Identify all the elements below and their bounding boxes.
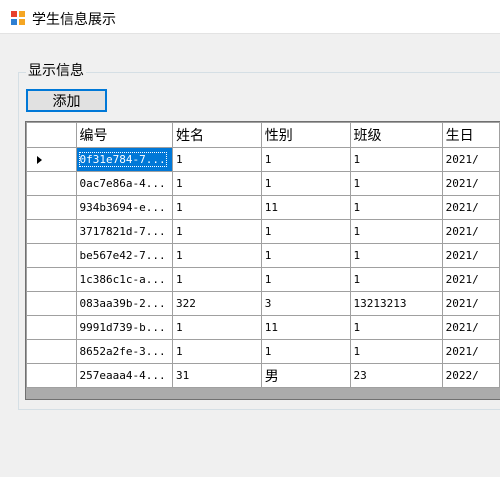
cell-name[interactable]: 1 (172, 267, 262, 292)
cell-class[interactable]: 1 (349, 195, 443, 220)
row-header[interactable] (26, 195, 77, 220)
cell-id[interactable]: 934b3694-e... (75, 195, 174, 220)
cell-gender[interactable]: 男 (260, 363, 351, 388)
cell-birthday[interactable]: 2021/ (441, 267, 500, 292)
current-row-arrow-icon (37, 156, 42, 164)
cell-id[interactable]: 9991d739-b... (75, 315, 174, 340)
groupbox-label: 显示信息 (26, 62, 86, 80)
table-row[interactable]: 8652a2fe-3... 1 1 1 2021/ (26, 339, 500, 364)
cell-gender[interactable]: 11 (260, 195, 351, 220)
selected-cell-text: 0f31e784-7... (78, 152, 167, 167)
cell-birthday[interactable]: 2022/ (441, 363, 500, 388)
cell-gender[interactable]: 3 (260, 291, 351, 316)
cell-id[interactable]: 0f31e784-7... (75, 147, 174, 172)
cell-id[interactable]: 0ac7e86a-4... (75, 171, 174, 196)
table-row[interactable]: 083aa39b-2... 322 3 13213213 2021/ (26, 291, 500, 316)
window-bottom-border (0, 477, 500, 484)
row-header[interactable] (26, 147, 77, 172)
cell-class[interactable]: 23 (349, 363, 443, 388)
cell-name[interactable]: 1 (172, 315, 262, 340)
grid-body: 0f31e784-7... 1 1 1 2021/0ac7e86a-4... 1 1 1 202… (26, 147, 500, 388)
column-header-class[interactable]: 班级 (349, 122, 443, 148)
cell-gender[interactable]: 1 (260, 243, 351, 268)
table-row[interactable]: 0ac7e86a-4... 1 1 1 2021/ (26, 171, 500, 196)
row-header[interactable] (26, 315, 77, 340)
cell-gender[interactable]: 1 (260, 171, 351, 196)
cell-name[interactable]: 31 (172, 363, 262, 388)
title-bar[interactable]: 学生信息展示 (0, 0, 500, 33)
cell-class[interactable]: 13213213 (349, 291, 443, 316)
column-header-id[interactable]: 编号 (75, 122, 174, 148)
grid-corner-header[interactable] (26, 122, 77, 148)
row-header[interactable] (26, 219, 77, 244)
student-data-grid[interactable]: 编号 姓名 性别 班级 生日 0f31e784-7... 1 1 1 2021/0ac7… (25, 121, 500, 400)
cell-id[interactable]: 083aa39b-2... (75, 291, 174, 316)
cell-name[interactable]: 1 (172, 219, 262, 244)
cell-class[interactable]: 1 (349, 147, 443, 172)
cell-id[interactable]: 8652a2fe-3... (75, 339, 174, 364)
cell-class[interactable]: 1 (349, 243, 443, 268)
cell-gender[interactable]: 11 (260, 315, 351, 340)
table-row[interactable]: be567e42-7... 1 1 1 2021/ (26, 243, 500, 268)
table-row[interactable]: 9991d739-b... 1 11 1 2021/ (26, 315, 500, 340)
cell-id[interactable]: 3717821d-7... (75, 219, 174, 244)
grid-table: 编号 姓名 性别 班级 生日 0f31e784-7... 1 1 1 2021/0ac7… (26, 122, 500, 388)
cell-birthday[interactable]: 2021/ (441, 219, 500, 244)
cell-birthday[interactable]: 2021/ (441, 147, 500, 172)
cell-birthday[interactable]: 2021/ (441, 315, 500, 340)
cell-gender[interactable]: 1 (260, 147, 351, 172)
cell-birthday[interactable]: 2021/ (441, 171, 500, 196)
column-header-birthday[interactable]: 生日 (441, 122, 500, 148)
cell-name[interactable]: 1 (172, 171, 262, 196)
grid-header-row: 编号 姓名 性别 班级 生日 (26, 122, 500, 148)
table-row[interactable]: 257eaaa4-4... 31 男 23 2022/ (26, 363, 500, 388)
table-row[interactable]: 934b3694-e... 1 11 1 2021/ (26, 195, 500, 220)
cell-birthday[interactable]: 2021/ (441, 339, 500, 364)
cell-name[interactable]: 1 (172, 195, 262, 220)
cell-gender[interactable]: 1 (260, 219, 351, 244)
cell-name[interactable]: 1 (172, 243, 262, 268)
cell-gender[interactable]: 1 (260, 267, 351, 292)
row-header[interactable] (26, 171, 77, 196)
cell-name[interactable]: 322 (172, 291, 262, 316)
cell-class[interactable]: 1 (349, 339, 443, 364)
cell-name[interactable]: 1 (172, 147, 262, 172)
cell-id[interactable]: 257eaaa4-4... (75, 363, 174, 388)
add-button[interactable]: 添加 (26, 89, 107, 112)
cell-gender[interactable]: 1 (260, 339, 351, 364)
table-row[interactable]: 3717821d-7... 1 1 1 2021/ (26, 219, 500, 244)
table-row[interactable]: 0f31e784-7... 1 1 1 2021/ (26, 147, 500, 172)
row-header[interactable] (26, 243, 77, 268)
column-header-gender[interactable]: 性别 (260, 122, 351, 148)
cell-birthday[interactable]: 2021/ (441, 195, 500, 220)
cell-id[interactable]: 1c386c1c-a... (75, 267, 174, 292)
main-window: 学生信息展示 显示信息 添加 编号 姓名 性别 班级 生日 0f31e784-7… (0, 0, 500, 484)
app-window-icon (11, 11, 25, 25)
cell-birthday[interactable]: 2021/ (441, 291, 500, 316)
cell-class[interactable]: 1 (349, 219, 443, 244)
cell-class[interactable]: 1 (349, 267, 443, 292)
window-title: 学生信息展示 (32, 12, 116, 28)
table-row[interactable]: 1c386c1c-a... 1 1 1 2021/ (26, 267, 500, 292)
cell-id[interactable]: be567e42-7... (75, 243, 174, 268)
cell-name[interactable]: 1 (172, 339, 262, 364)
cell-class[interactable]: 1 (349, 171, 443, 196)
row-header[interactable] (26, 267, 77, 292)
cell-class[interactable]: 1 (349, 315, 443, 340)
row-header[interactable] (26, 363, 77, 388)
column-header-name[interactable]: 姓名 (172, 122, 262, 148)
row-header[interactable] (26, 291, 77, 316)
row-header[interactable] (26, 339, 77, 364)
cell-birthday[interactable]: 2021/ (441, 243, 500, 268)
